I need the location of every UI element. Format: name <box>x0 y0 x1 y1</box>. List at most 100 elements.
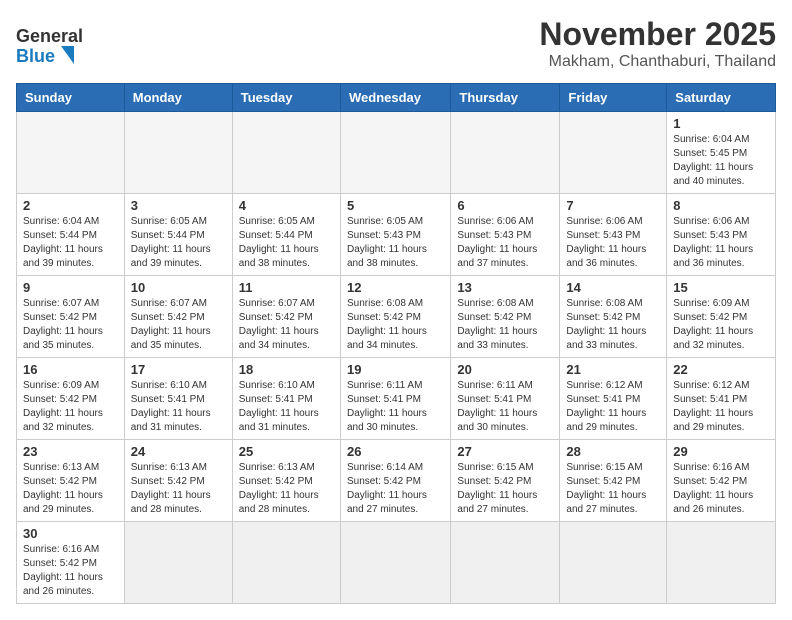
day-number: 7 <box>566 198 660 213</box>
calendar-cell: 19 Sunrise: 6:11 AM Sunset: 5:41 PM Dayli… <box>340 358 450 440</box>
calendar-cell <box>17 112 125 194</box>
calendar-cell <box>451 112 560 194</box>
calendar-cell: 5 Sunrise: 6:05 AM Sunset: 5:43 PM Daylig… <box>340 194 450 276</box>
day-info: Sunrise: 6:07 AM Sunset: 5:42 PM Dayligh… <box>23 297 118 353</box>
calendar-cell <box>340 522 450 604</box>
day-info: Sunrise: 6:10 AM Sunset: 5:41 PM Dayligh… <box>239 379 334 435</box>
day-info: Sunrise: 6:04 AM Sunset: 5:45 PM Dayligh… <box>673 133 769 189</box>
logo: General Blue <box>16 16 96 70</box>
day-info: Sunrise: 6:13 AM Sunset: 5:42 PM Dayligh… <box>23 461 118 517</box>
day-info: Sunrise: 6:10 AM Sunset: 5:41 PM Dayligh… <box>131 379 226 435</box>
calendar-cell: 16 Sunrise: 6:09 AM Sunset: 5:42 PM Dayli… <box>17 358 125 440</box>
page-header: General Blue November 2025 Makham, Chant… <box>16 16 776 71</box>
day-number: 26 <box>347 444 444 459</box>
day-number: 22 <box>673 362 769 377</box>
calendar-cell: 28Sunrise: 6:15 AM Sunset: 5:42 PM Dayli… <box>560 440 667 522</box>
day-info: Sunrise: 6:06 AM Sunset: 5:43 PM Dayligh… <box>457 215 553 271</box>
day-number: 11 <box>239 280 334 295</box>
weekday-header-thursday: Thursday <box>451 84 560 112</box>
day-info: Sunrise: 6:09 AM Sunset: 5:42 PM Dayligh… <box>23 379 118 435</box>
day-number: 25 <box>239 444 334 459</box>
calendar-cell <box>232 522 340 604</box>
calendar-cell: 15 Sunrise: 6:09 AM Sunset: 5:42 PM Dayli… <box>667 276 776 358</box>
calendar-week-row-3: 16 Sunrise: 6:09 AM Sunset: 5:42 PM Dayli… <box>17 358 776 440</box>
day-info: Sunrise: 6:16 AM Sunset: 5:42 PM Dayligh… <box>673 461 769 517</box>
calendar-cell <box>560 112 667 194</box>
day-number: 29 <box>673 444 769 459</box>
day-info: Sunrise: 6:06 AM Sunset: 5:43 PM Dayligh… <box>673 215 769 271</box>
day-info: Sunrise: 6:12 AM Sunset: 5:41 PM Dayligh… <box>566 379 660 435</box>
calendar-cell: 26Sunrise: 6:14 AM Sunset: 5:42 PM Dayli… <box>340 440 450 522</box>
day-number: 3 <box>131 198 226 213</box>
calendar-cell: 29 Sunrise: 6:16 AM Sunset: 5:42 PM Dayli… <box>667 440 776 522</box>
calendar-week-row-4: 23 Sunrise: 6:13 AM Sunset: 5:42 PM Dayli… <box>17 440 776 522</box>
weekday-header-row: SundayMondayTuesdayWednesdayThursdayFrid… <box>17 84 776 112</box>
day-number: 10 <box>131 280 226 295</box>
day-number: 30 <box>23 526 118 541</box>
day-info: Sunrise: 6:09 AM Sunset: 5:42 PM Dayligh… <box>673 297 769 353</box>
day-number: 27 <box>457 444 553 459</box>
calendar-table: SundayMondayTuesdayWednesdayThursdayFrid… <box>16 83 776 604</box>
calendar-cell: 22 Sunrise: 6:12 AM Sunset: 5:41 PM Dayli… <box>667 358 776 440</box>
calendar-cell <box>232 112 340 194</box>
day-info: Sunrise: 6:13 AM Sunset: 5:42 PM Dayligh… <box>239 461 334 517</box>
calendar-cell: 30Sunrise: 6:16 AM Sunset: 5:42 PM Dayli… <box>17 522 125 604</box>
calendar-cell: 20 Sunrise: 6:11 AM Sunset: 5:41 PM Dayli… <box>451 358 560 440</box>
day-number: 16 <box>23 362 118 377</box>
day-info: Sunrise: 6:08 AM Sunset: 5:42 PM Dayligh… <box>566 297 660 353</box>
day-number: 13 <box>457 280 553 295</box>
day-number: 9 <box>23 280 118 295</box>
weekday-header-tuesday: Tuesday <box>232 84 340 112</box>
day-info: Sunrise: 6:15 AM Sunset: 5:42 PM Dayligh… <box>457 461 553 517</box>
day-info: Sunrise: 6:13 AM Sunset: 5:42 PM Dayligh… <box>131 461 226 517</box>
calendar-cell <box>667 522 776 604</box>
calendar-week-row-5: 30Sunrise: 6:16 AM Sunset: 5:42 PM Dayli… <box>17 522 776 604</box>
weekday-header-friday: Friday <box>560 84 667 112</box>
day-info: Sunrise: 6:11 AM Sunset: 5:41 PM Dayligh… <box>347 379 444 435</box>
calendar-cell: 17Sunrise: 6:10 AM Sunset: 5:41 PM Dayli… <box>124 358 232 440</box>
calendar-cell <box>451 522 560 604</box>
weekday-header-saturday: Saturday <box>667 84 776 112</box>
day-info: Sunrise: 6:05 AM Sunset: 5:44 PM Dayligh… <box>131 215 226 271</box>
day-info: Sunrise: 6:11 AM Sunset: 5:41 PM Dayligh… <box>457 379 553 435</box>
day-number: 23 <box>23 444 118 459</box>
day-number: 18 <box>239 362 334 377</box>
day-number: 20 <box>457 362 553 377</box>
location-title: Makham, Chanthaburi, Thailand <box>539 53 776 71</box>
day-number: 2 <box>23 198 118 213</box>
day-number: 4 <box>239 198 334 213</box>
day-number: 5 <box>347 198 444 213</box>
calendar-cell: 24Sunrise: 6:13 AM Sunset: 5:42 PM Dayli… <box>124 440 232 522</box>
calendar-cell: 27 Sunrise: 6:15 AM Sunset: 5:42 PM Dayli… <box>451 440 560 522</box>
calendar-cell <box>124 522 232 604</box>
calendar-cell: 13Sunrise: 6:08 AM Sunset: 5:42 PM Dayli… <box>451 276 560 358</box>
calendar-cell: 18 Sunrise: 6:10 AM Sunset: 5:41 PM Dayli… <box>232 358 340 440</box>
day-info: Sunrise: 6:07 AM Sunset: 5:42 PM Dayligh… <box>131 297 226 353</box>
day-info: Sunrise: 6:08 AM Sunset: 5:42 PM Dayligh… <box>347 297 444 353</box>
calendar-week-row-1: 2 Sunrise: 6:04 AM Sunset: 5:44 PM Daylig… <box>17 194 776 276</box>
title-section: November 2025 Makham, Chanthaburi, Thail… <box>539 16 776 71</box>
weekday-header-sunday: Sunday <box>17 84 125 112</box>
day-number: 15 <box>673 280 769 295</box>
weekday-header-monday: Monday <box>124 84 232 112</box>
day-info: Sunrise: 6:04 AM Sunset: 5:44 PM Dayligh… <box>23 215 118 271</box>
svg-text:Blue: Blue <box>16 46 55 66</box>
calendar-cell: 9 Sunrise: 6:07 AM Sunset: 5:42 PM Daylig… <box>17 276 125 358</box>
day-info: Sunrise: 6:12 AM Sunset: 5:41 PM Dayligh… <box>673 379 769 435</box>
calendar-cell: 23 Sunrise: 6:13 AM Sunset: 5:42 PM Dayli… <box>17 440 125 522</box>
day-number: 1 <box>673 116 769 131</box>
calendar-cell: 10 Sunrise: 6:07 AM Sunset: 5:42 PM Dayli… <box>124 276 232 358</box>
calendar-cell: 25 Sunrise: 6:13 AM Sunset: 5:42 PM Dayli… <box>232 440 340 522</box>
calendar-cell: 1 Sunrise: 6:04 AM Sunset: 5:45 PM Daylig… <box>667 112 776 194</box>
day-number: 19 <box>347 362 444 377</box>
day-number: 14 <box>566 280 660 295</box>
day-number: 28 <box>566 444 660 459</box>
calendar-cell <box>124 112 232 194</box>
calendar-week-row-0: 1 Sunrise: 6:04 AM Sunset: 5:45 PM Daylig… <box>17 112 776 194</box>
calendar-cell: 7Sunrise: 6:06 AM Sunset: 5:43 PM Daylig… <box>560 194 667 276</box>
calendar-cell <box>340 112 450 194</box>
day-info: Sunrise: 6:05 AM Sunset: 5:43 PM Dayligh… <box>347 215 444 271</box>
calendar-cell: 6 Sunrise: 6:06 AM Sunset: 5:43 PM Daylig… <box>451 194 560 276</box>
day-number: 6 <box>457 198 553 213</box>
day-number: 8 <box>673 198 769 213</box>
